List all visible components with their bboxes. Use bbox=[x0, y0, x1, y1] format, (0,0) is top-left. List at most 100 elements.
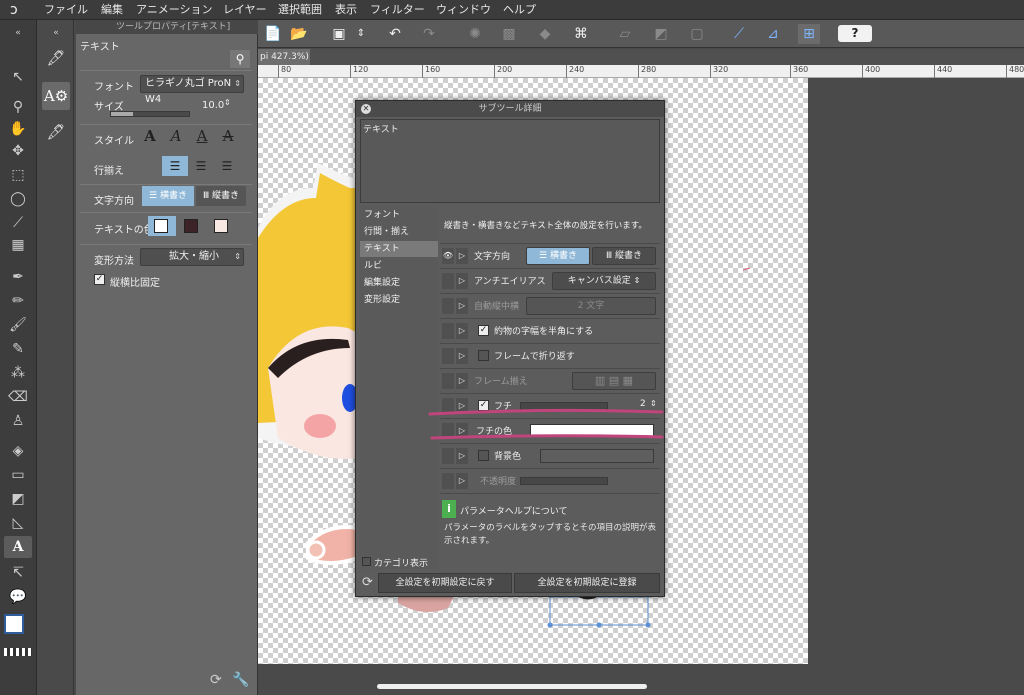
subtool-group-icon[interactable]: 🖋 bbox=[42, 44, 70, 72]
close-icon[interactable]: ✕ bbox=[361, 104, 371, 114]
main-color-swatch[interactable] bbox=[4, 614, 24, 634]
size-stepper-icon[interactable]: ⇕ bbox=[224, 98, 231, 107]
size-slider[interactable] bbox=[110, 111, 190, 117]
save-icon[interactable]: ▣ bbox=[328, 24, 350, 44]
size-value[interactable]: 10.0 bbox=[202, 100, 224, 111]
show-selection-icon[interactable]: ▢ bbox=[686, 24, 708, 44]
palette-show-toggle[interactable] bbox=[442, 298, 454, 314]
save-menu-arrow-icon[interactable]: ⇕ bbox=[350, 24, 372, 44]
help-title[interactable]: パラメータヘルプについて bbox=[460, 504, 567, 517]
subtool-collapse-icon[interactable]: « bbox=[42, 22, 70, 44]
category-text[interactable]: テキスト bbox=[360, 241, 438, 257]
expand-icon[interactable]: ▷ bbox=[456, 323, 468, 339]
text-tool-icon[interactable]: A bbox=[4, 536, 32, 558]
bg-color-checkbox[interactable] bbox=[478, 450, 489, 461]
align-center-icon[interactable]: ☰ bbox=[188, 156, 214, 176]
brush-tool-icon[interactable]: 🖌 bbox=[4, 314, 32, 336]
ruler-selection-icon[interactable]: ▦ bbox=[4, 234, 32, 256]
halfwidth-checkbox[interactable]: ✓ bbox=[478, 325, 489, 336]
search-icon[interactable]: ⚲ bbox=[230, 50, 250, 68]
text-color-main-button[interactable] bbox=[148, 216, 176, 236]
transparent-color-swatch[interactable] bbox=[4, 648, 32, 656]
reset-icon[interactable]: ⟳ bbox=[210, 672, 222, 688]
open-folder-icon[interactable]: 📂 bbox=[288, 24, 310, 44]
eyedropper-tool-icon[interactable]: ⟋ bbox=[4, 212, 32, 234]
bg-color-swatch[interactable] bbox=[540, 449, 654, 463]
decoration-tool-icon[interactable]: ⁂ bbox=[4, 362, 32, 384]
balloon-tail-tool-icon[interactable]: ↸ bbox=[4, 562, 32, 584]
menu-file[interactable]: ファイル bbox=[44, 0, 88, 20]
snap-special-ruler-icon[interactable]: ⊿ bbox=[762, 24, 784, 44]
direction-horizontal-button[interactable]: ☰ 横書き bbox=[142, 186, 194, 206]
subtool-ruby-icon[interactable]: 🖋 bbox=[42, 118, 70, 146]
transform-dropdown[interactable]: 拡大・縮小 ⇕ bbox=[140, 248, 244, 266]
dlg-direction-horizontal-button[interactable]: ☰ 横書き bbox=[526, 247, 590, 265]
airbrush-tool-icon[interactable]: ✎ bbox=[4, 338, 32, 360]
expand-icon[interactable]: ▷ bbox=[456, 298, 468, 314]
snap-grid-icon[interactable]: ⊞ bbox=[798, 24, 820, 44]
expand-icon[interactable]: ▷ bbox=[456, 348, 468, 364]
hand-tool-icon[interactable]: ✋ bbox=[4, 118, 32, 140]
category-transform-settings[interactable]: 変形設定 bbox=[360, 292, 438, 308]
auto-tcy-field[interactable]: 2 文字 bbox=[526, 297, 656, 315]
align-left-icon[interactable]: ☰ bbox=[162, 156, 188, 176]
align-right-icon[interactable]: ☰ bbox=[214, 156, 240, 176]
canvas-tab[interactable]: pi 427.3%) bbox=[258, 49, 310, 65]
menu-window[interactable]: ウィンドウ bbox=[436, 0, 491, 20]
direction-vertical-button[interactable]: Ⅲ 縦書き bbox=[196, 186, 246, 206]
menu-help[interactable]: ヘルプ bbox=[503, 0, 536, 20]
wrench-icon[interactable]: 🔧 bbox=[232, 672, 249, 688]
menu-selection[interactable]: 選択範囲 bbox=[278, 0, 322, 20]
style-underline-icon[interactable]: A bbox=[190, 126, 214, 146]
figure-tool-icon[interactable]: ▭ bbox=[4, 464, 32, 486]
snap-ruler-icon[interactable]: ⟋ bbox=[728, 24, 750, 44]
style-strike-icon[interactable]: A bbox=[216, 126, 240, 146]
subtool-text-icon[interactable]: A⚙ bbox=[42, 82, 70, 110]
transform-icon[interactable]: ⌘ bbox=[570, 24, 592, 44]
palette-show-toggle[interactable] bbox=[442, 323, 454, 339]
palette-show-toggle[interactable] bbox=[442, 373, 454, 389]
reset-defaults-button[interactable]: 全設定を初期設定に戻す bbox=[378, 573, 512, 593]
category-edit-settings[interactable]: 編集設定 bbox=[360, 275, 438, 291]
fill-tool-icon[interactable]: ◈ bbox=[4, 440, 32, 462]
sub-color-swatch-small[interactable] bbox=[184, 219, 198, 233]
menu-animation[interactable]: アニメーション bbox=[136, 0, 213, 20]
expand-icon[interactable]: ▷ bbox=[456, 473, 468, 489]
pencil-tool-icon[interactable]: ✏ bbox=[4, 290, 32, 312]
new-file-icon[interactable]: 📄 bbox=[262, 24, 284, 44]
style-italic-icon[interactable]: A bbox=[164, 126, 188, 146]
expand-icon[interactable]: ▷ bbox=[456, 248, 468, 264]
invert-selection-icon[interactable]: ◩ bbox=[650, 24, 672, 44]
user-color-swatch[interactable] bbox=[214, 219, 228, 233]
opacity-slider[interactable] bbox=[520, 477, 608, 485]
eraser-tool-icon[interactable]: ⌫ bbox=[4, 386, 32, 408]
style-bold-icon[interactable]: A bbox=[138, 126, 162, 146]
palette-show-toggle[interactable] bbox=[442, 348, 454, 364]
ruler-tool-icon[interactable]: ◺ bbox=[4, 512, 32, 534]
dlg-direction-vertical-button[interactable]: Ⅲ 縦書き bbox=[592, 247, 656, 265]
zoom-tool-icon[interactable]: ⚲ bbox=[4, 96, 32, 118]
wrap-checkbox[interactable] bbox=[478, 350, 489, 361]
category-line-spacing[interactable]: 行間・揃え bbox=[360, 224, 438, 240]
select-tool-icon[interactable]: ⬚ bbox=[4, 164, 32, 186]
fill-icon[interactable]: ◆ bbox=[534, 24, 556, 44]
frame-align-buttons[interactable]: ▥ ▤ ▦ bbox=[572, 372, 656, 390]
undo-icon[interactable]: ↶ bbox=[384, 24, 406, 44]
menu-filter[interactable]: フィルター bbox=[370, 0, 425, 20]
category-show-checkbox[interactable] bbox=[362, 557, 371, 566]
operation-tool-icon[interactable]: ↖ bbox=[4, 66, 32, 88]
expand-icon[interactable]: ▷ bbox=[456, 373, 468, 389]
palette-show-toggle[interactable] bbox=[442, 473, 454, 489]
menu-layer[interactable]: レイヤー bbox=[223, 0, 267, 20]
balloon-tool-icon[interactable]: 💬 bbox=[4, 586, 32, 608]
blend-tool-icon[interactable]: ♙ bbox=[4, 410, 32, 432]
expand-icon[interactable]: ▷ bbox=[456, 273, 468, 289]
move-layer-tool-icon[interactable]: ✥ bbox=[4, 140, 32, 162]
font-dropdown[interactable]: ヒラギノ丸ゴ ProN W4 ⇕ bbox=[140, 75, 244, 105]
gradient-tool-icon[interactable]: ◩ bbox=[4, 488, 32, 510]
pen-tool-icon[interactable]: ✒ bbox=[4, 266, 32, 288]
palette-collapse-icon[interactable]: « bbox=[4, 22, 32, 44]
palette-show-toggle[interactable]: 👁 bbox=[442, 248, 454, 264]
redo-icon[interactable]: ↷ bbox=[418, 24, 440, 44]
category-ruby[interactable]: ルビ bbox=[360, 258, 438, 274]
